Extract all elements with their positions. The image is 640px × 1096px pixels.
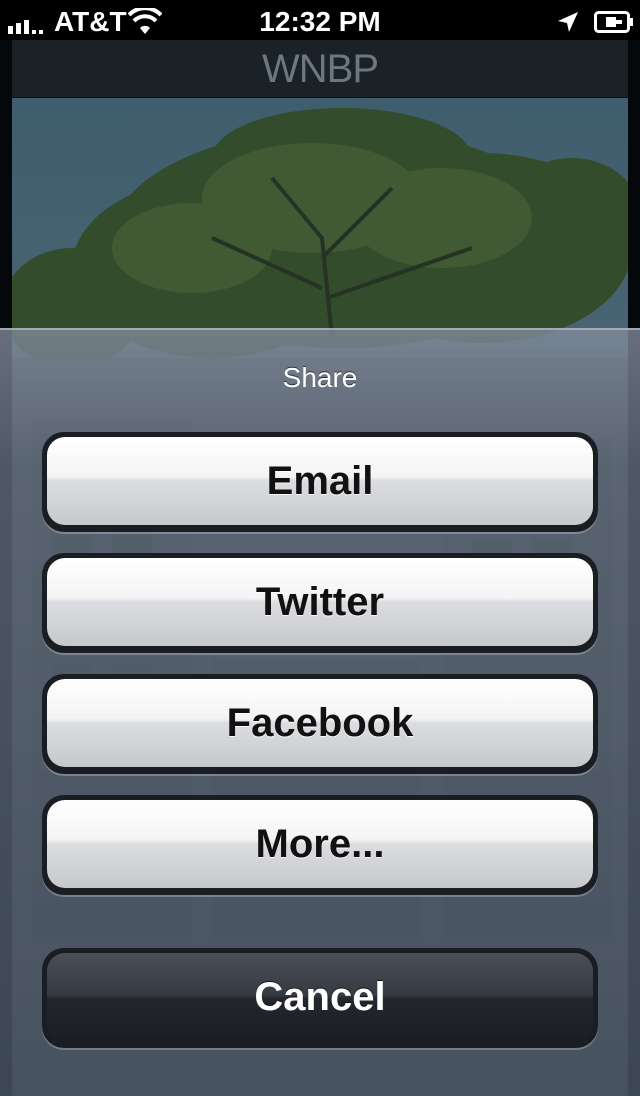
- sheet-title: Share: [282, 362, 358, 393]
- share-action-sheet: Share Email Twitter Facebook More... Can…: [0, 328, 640, 1096]
- facebook-button[interactable]: Facebook: [42, 674, 598, 774]
- twitter-button-label: Twitter: [255, 579, 385, 624]
- facebook-button-label: Facebook: [226, 700, 414, 745]
- battery-charging-icon: [594, 11, 633, 33]
- location-arrow-icon: [558, 12, 578, 32]
- cancel-button-label: Cancel: [254, 974, 386, 1019]
- status-bar: AT&T 12:32 PM: [0, 0, 640, 40]
- cancel-button[interactable]: Cancel: [42, 948, 598, 1048]
- twitter-button[interactable]: Twitter: [42, 553, 598, 653]
- email-button[interactable]: Email: [42, 432, 598, 532]
- clock: 12:32 PM: [259, 6, 381, 37]
- email-button-label: Email: [266, 458, 374, 503]
- more-button-label: More...: [255, 821, 385, 866]
- more-button[interactable]: More...: [42, 795, 598, 895]
